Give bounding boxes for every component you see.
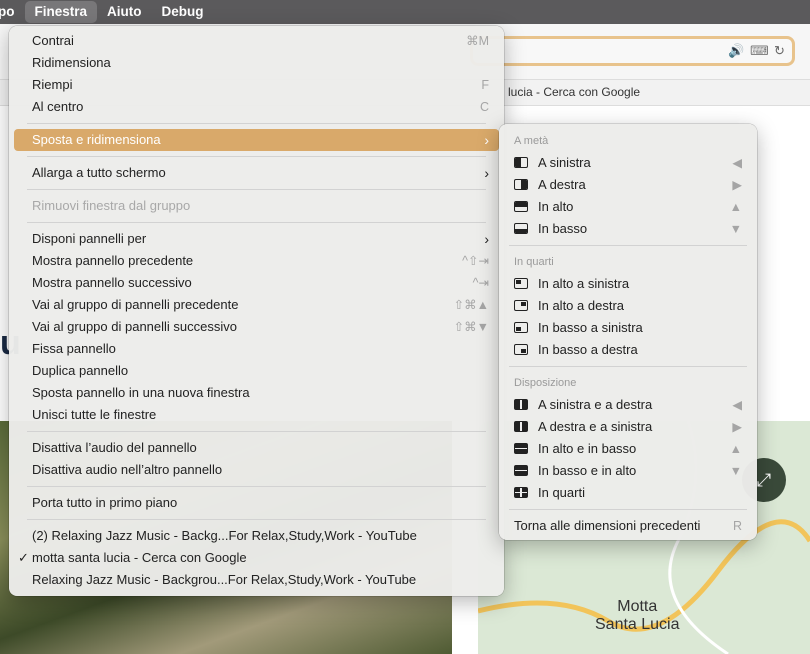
translate-icon[interactable]: ⌨ [750,43,769,59]
submenu-item-basso-destra[interactable]: In basso a destra [504,339,752,361]
menu-item-al-centro[interactable]: Al centro C [14,96,499,118]
menu-item-unisci[interactable]: Unisci tutte le finestre [14,404,499,426]
separator [504,240,752,251]
menu-finestra[interactable]: Finestra [24,1,98,23]
top-left-quarter-icon [514,278,528,289]
finestra-menu: Contrai ⌘M Ridimensiona Riempi F Al centro… [9,26,504,596]
bottom-left-quarter-icon [514,322,528,333]
menu-item-nuova-finestra[interactable]: Sposta pannello in una nuova finestra [14,382,499,404]
menu-item-rimuovi: Rimuovi finestra dal gruppo [32,198,191,213]
menu-item-fissa[interactable]: Fissa pannello [14,338,499,360]
menu-item-riempi[interactable]: Riempi F [14,74,499,96]
menu-item-contrai[interactable]: Contrai ⌘M [14,30,499,52]
separator [14,481,499,492]
menu-item-disattiva-audio-altro[interactable]: Disattiva audio nell’altro pannello [14,459,499,481]
menu-item-gruppo-precedente[interactable]: Vai al gruppo di pannelli precedente ⇧⌘▲ [14,294,499,316]
separator [14,118,499,129]
submenu-item-in-quarti[interactable]: In quarti [504,482,752,504]
separator [504,361,752,372]
section-header: In quarti [514,256,554,268]
menu-item-pannello-successivo[interactable]: Mostra pannello successivo ^⇥ [14,272,499,294]
menu-item-gruppo-successivo[interactable]: Vai al gruppo di pannelli successivo ⇧⌘▼ [14,316,499,338]
menu-bar: po Finestra Aiuto Debug [0,0,810,24]
menu-item-disponi[interactable]: Disponi pannelli per › [14,228,499,250]
split-vertical-icon [514,399,528,410]
sposta-ridimensiona-submenu: A metà A sinistra ◀ A destra ▶ In alto ▲ In… [499,124,757,540]
split-horizontal-icon [514,443,528,454]
window-item[interactable]: ✓ motta santa lucia - Cerca con Google [14,547,499,569]
separator [14,151,499,162]
menu-debug[interactable]: Debug [152,1,214,23]
separator [504,504,752,515]
submenu-item-basso-alto[interactable]: In basso e in alto ▼ [504,460,752,482]
submenu-item-torna-dimensioni[interactable]: Torna alle dimensioni precedenti R [504,515,752,537]
section-header: A metà [514,135,549,147]
submenu-item-in-basso[interactable]: In basso ▼ [504,218,752,240]
left-half-icon [514,157,528,168]
chevron-right-icon: › [484,132,489,148]
bottom-right-quarter-icon [514,344,528,355]
separator [14,217,499,228]
checkmark-icon: ✓ [18,550,29,565]
menu-app[interactable]: po [0,1,25,23]
menu-item-duplica[interactable]: Duplica pannello [14,360,499,382]
map-label: Motta Santa Lucia [595,598,680,633]
top-half-icon [514,201,528,212]
submenu-item-alto-destra[interactable]: In alto a destra [504,295,752,317]
menu-item-disattiva-audio[interactable]: Disattiva l’audio del pannello [14,437,499,459]
submenu-item-alto-sinistra[interactable]: In alto a sinistra [504,273,752,295]
submenu-item-in-alto[interactable]: In alto ▲ [504,196,752,218]
split-horizontal-icon [514,465,528,476]
chevron-right-icon: › [484,231,489,247]
top-right-quarter-icon [514,300,528,311]
split-vertical-icon [514,421,528,432]
submenu-item-a-sinistra[interactable]: A sinistra ◀ [504,152,752,174]
separator [14,184,499,195]
menu-item-pannello-precedente[interactable]: Mostra pannello precedente ^⇧⇥ [14,250,499,272]
menu-item-porta-tutto[interactable]: Porta tutto in primo piano [14,492,499,514]
window-item[interactable]: (2) Relaxing Jazz Music - Backg...For Re… [14,525,499,547]
chevron-right-icon: › [484,165,489,181]
menu-item-ridimensiona[interactable]: Ridimensiona [14,52,499,74]
tab-title[interactable]: lucia - Cerca con Google [508,85,640,99]
section-header: Disposizione [514,377,577,389]
menu-aiuto[interactable]: Aiuto [97,1,152,23]
separator [14,514,499,525]
address-bar[interactable]: 🔊 ⌨ ↻ [470,36,795,66]
submenu-item-alto-basso[interactable]: In alto e in basso ▲ [504,438,752,460]
bottom-half-icon [514,223,528,234]
menu-item-sposta-ridimensiona[interactable]: Sposta e ridimensiona › [14,129,499,151]
grid-quarters-icon [514,487,528,498]
menu-item-allarga[interactable]: Allarga a tutto schermo › [14,162,499,184]
right-half-icon [514,179,528,190]
submenu-item-sinistra-destra[interactable]: A sinistra e a destra ◀ [504,394,752,416]
separator [14,426,499,437]
speaker-icon[interactable]: 🔊 [728,43,744,59]
submenu-item-basso-sinistra[interactable]: In basso a sinistra [504,317,752,339]
submenu-item-destra-sinistra[interactable]: A destra e a sinistra ▶ [504,416,752,438]
window-item[interactable]: Relaxing Jazz Music - Backgrou...For Rel… [14,569,499,591]
reload-icon[interactable]: ↻ [774,43,785,59]
submenu-item-a-destra[interactable]: A destra ▶ [504,174,752,196]
